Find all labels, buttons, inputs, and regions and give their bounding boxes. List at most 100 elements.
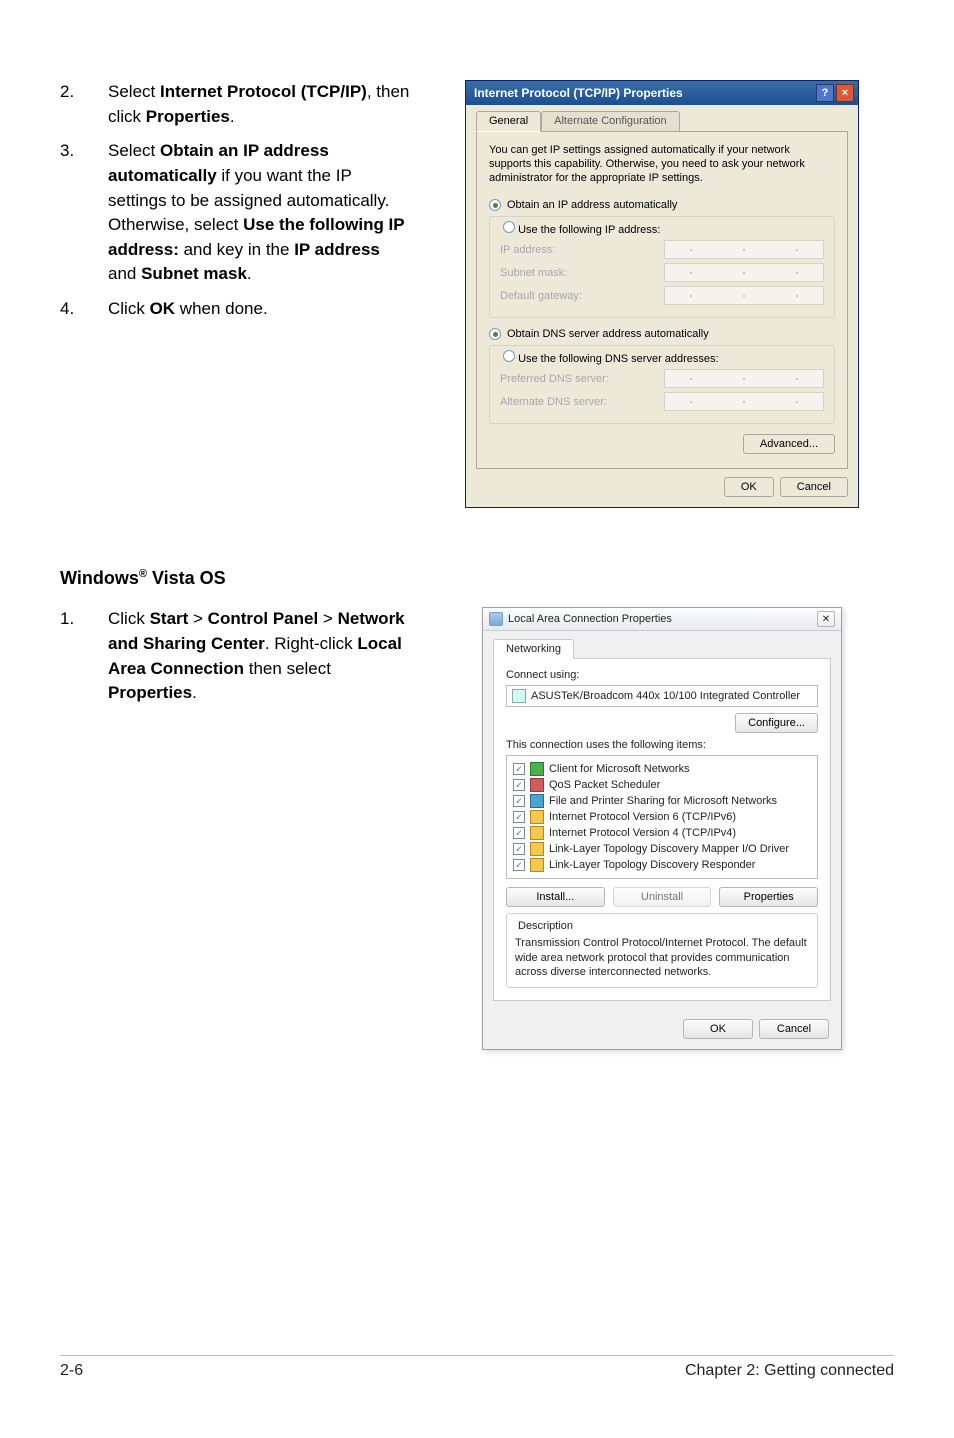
label-alternate-dns: Alternate DNS server: [500,396,664,408]
list-item[interactable]: ✓ Link-Layer Topology Discovery Mapper I/… [513,841,811,857]
uninstall-button[interactable]: Uninstall [613,887,712,907]
xp-titlebar: Internet Protocol (TCP/IP) Properties ? … [466,81,858,105]
component-icon [530,858,544,872]
page-footer: 2-6 Chapter 2: Getting connected [60,1355,894,1380]
tab-general[interactable]: General [476,111,541,132]
radio-icon[interactable] [503,350,515,362]
ok-button[interactable]: OK [724,477,774,497]
list-item-label: Client for Microsoft Networks [549,763,690,775]
step-text: Click OK when done. [108,297,410,322]
step-item: 3.Select Obtain an IP address automatica… [60,139,410,287]
chapter-label: Chapter 2: Getting connected [685,1362,894,1380]
vista-titlebar: Local Area Connection Properties ✕ [483,608,841,631]
radio-obtain-dns-auto[interactable]: Obtain DNS server address automatically [489,328,835,340]
step-text: Select Obtain an IP address automaticall… [108,139,410,287]
group-description: Description Transmission Control Protoco… [506,913,818,988]
list-item-label: Link-Layer Topology Discovery Responder [549,859,755,871]
xp-tcpip-dialog: Internet Protocol (TCP/IP) Properties ? … [465,80,859,508]
step-number: 2. [60,80,108,129]
step-number: 3. [60,139,108,287]
vista-title-text: Local Area Connection Properties [508,613,817,625]
adapter-icon [512,689,526,703]
input-alternate-dns [664,392,824,411]
radio-icon[interactable] [503,221,515,233]
input-ip-address [664,240,824,259]
xp-tabs: General Alternate Configuration [476,111,848,132]
ok-button[interactable]: OK [683,1019,753,1039]
adapter-field: ASUSTeK/Broadcom 440x 10/100 Integrated … [506,685,818,707]
connection-items-list[interactable]: ✓ Client for Microsoft Networks ✓ QoS Packe… [506,755,818,879]
list-item-label: Internet Protocol Version 4 (TCP/IPv4) [549,827,736,839]
group-ip-manual: Use the following IP address: IP address… [489,216,835,318]
page-number: 2-6 [60,1362,83,1380]
checkbox-icon[interactable]: ✓ [513,779,525,791]
step-item: 1.Click Start > Control Panel > Network … [60,607,410,706]
step-list-top: 2.Select Internet Protocol (TCP/IP), the… [60,80,410,322]
radio-use-following-ip[interactable]: Use the following IP address: [518,224,660,236]
checkbox-icon[interactable]: ✓ [513,763,525,775]
properties-button[interactable]: Properties [719,887,818,907]
cancel-button[interactable]: Cancel [759,1019,829,1039]
help-icon[interactable]: ? [816,84,834,102]
label-connect-using: Connect using: [506,669,818,681]
list-item[interactable]: ✓ Client for Microsoft Networks [513,761,811,777]
step-list-bottom: 1.Click Start > Control Panel > Network … [60,607,410,706]
cancel-button[interactable]: Cancel [780,477,848,497]
checkbox-icon[interactable]: ✓ [513,811,525,823]
component-icon [530,810,544,824]
input-default-gateway [664,286,824,305]
input-subnet-mask [664,263,824,282]
list-item[interactable]: ✓ File and Printer Sharing for Microsoft … [513,793,811,809]
description-text: Transmission Control Protocol/Internet P… [515,936,809,979]
step-item: 2.Select Internet Protocol (TCP/IP), the… [60,80,410,129]
instruction-block-2: 1.Click Start > Control Panel > Network … [60,607,410,1050]
tab-networking[interactable]: Networking [493,639,574,659]
input-preferred-dns [664,369,824,388]
checkbox-icon[interactable]: ✓ [513,843,525,855]
component-icon [530,826,544,840]
checkbox-icon[interactable]: ✓ [513,859,525,871]
label-ip-address: IP address: [500,244,664,256]
list-item[interactable]: ✓ QoS Packet Scheduler [513,777,811,793]
configure-button[interactable]: Configure... [735,713,818,733]
component-icon [530,778,544,792]
label-default-gateway: Default gateway: [500,290,664,302]
instruction-block-1: 2.Select Internet Protocol (TCP/IP), the… [60,80,410,508]
xp-tab-content: You can get IP settings assigned automat… [476,131,848,469]
vista-lac-dialog: Local Area Connection Properties ✕ Netwo… [482,607,842,1050]
advanced-button[interactable]: Advanced... [743,434,835,454]
checkbox-icon[interactable]: ✓ [513,795,525,807]
radio-icon [489,199,501,211]
label-connection-items: This connection uses the following items… [506,739,818,751]
list-item[interactable]: ✓ Internet Protocol Version 6 (TCP/IPv6) [513,809,811,825]
label-preferred-dns: Preferred DNS server: [500,373,664,385]
step-text: Click Start > Control Panel > Network an… [108,607,410,706]
label-subnet-mask: Subnet mask: [500,267,664,279]
list-item-label: Link-Layer Topology Discovery Mapper I/O… [549,843,789,855]
install-button[interactable]: Install... [506,887,605,907]
vista-panel: Connect using: ASUSTeK/Broadcom 440x 10/… [493,658,831,1001]
radio-use-following-dns[interactable]: Use the following DNS server addresses: [518,353,719,365]
adapter-name: ASUSTeK/Broadcom 440x 10/100 Integrated … [531,690,800,702]
list-item[interactable]: ✓ Internet Protocol Version 4 (TCP/IPv4) [513,825,811,841]
close-icon[interactable]: × [836,84,854,102]
heading-windows-vista: Windows® Vista OS [60,568,894,589]
checkbox-icon[interactable]: ✓ [513,827,525,839]
tab-alternate-config[interactable]: Alternate Configuration [541,111,680,132]
step-number: 4. [60,297,108,322]
radio-obtain-ip-auto[interactable]: Obtain an IP address automatically [489,199,835,211]
group-dns-manual: Use the following DNS server addresses: … [489,345,835,424]
list-item[interactable]: ✓ Link-Layer Topology Discovery Responder [513,857,811,873]
list-item-label: QoS Packet Scheduler [549,779,660,791]
component-icon [530,842,544,856]
network-icon [489,612,503,626]
component-icon [530,762,544,776]
component-icon [530,794,544,808]
close-icon[interactable]: ✕ [817,611,835,627]
xp-description: You can get IP settings assigned automat… [489,144,835,185]
step-item: 4.Click OK when done. [60,297,410,322]
list-item-label: Internet Protocol Version 6 (TCP/IPv6) [549,811,736,823]
list-item-label: File and Printer Sharing for Microsoft N… [549,795,777,807]
label-description: Description [515,920,576,932]
step-number: 1. [60,607,108,706]
